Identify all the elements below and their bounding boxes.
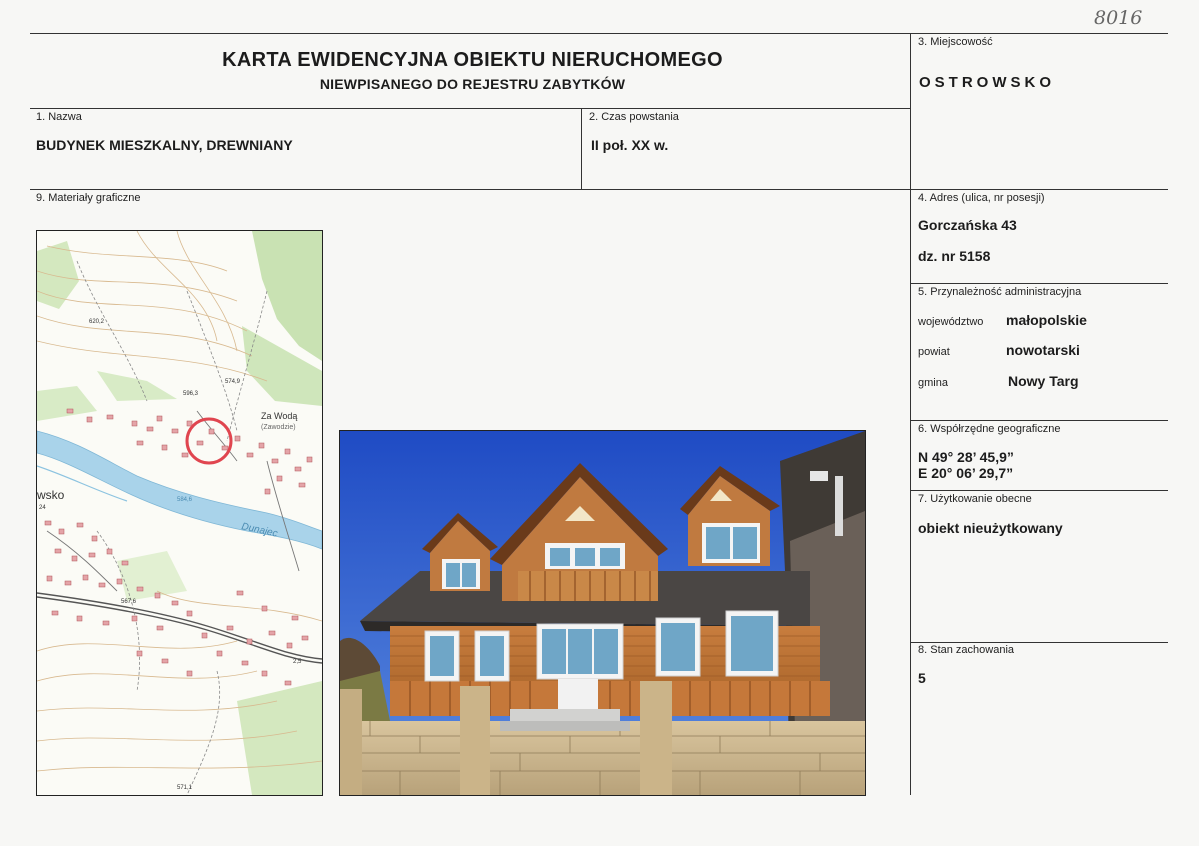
map-label-h5: 567,6 [121, 599, 137, 605]
adres-label: 4. Adres (ulica, nr posesji) [918, 192, 1045, 204]
czas-value: II poł. XX w. [591, 137, 669, 153]
adres-street: Gorczańska 43 [918, 217, 1017, 233]
wspolrzedne-label: 6. Współrzędne geograficzne [918, 423, 1061, 435]
wojewodztwo-value: małopolskie [1006, 312, 1087, 328]
card-subtitle: NIEWPISANEGO DO REJESTRU ZABYTKÓW [319, 76, 626, 92]
map-label-place2: (Zawodzie) [261, 424, 296, 431]
czas-label: 2. Czas powstania [589, 111, 679, 123]
miejscowosc-label: 3. Miejscowość [918, 36, 993, 48]
powiat-value: nowotarski [1006, 342, 1080, 358]
adres-divider [910, 283, 1168, 284]
map-label-h6: 571,1 [177, 785, 193, 791]
przynaleznosc-label: 5. Przynależność administracyjna [918, 286, 1082, 298]
uzytkowanie-value: obiekt nieużytkowany [918, 520, 1063, 536]
nazwa-value: BUDYNEK MIESZKALNY, DREWNIANY [36, 137, 293, 153]
gmina-value: Nowy Targ [1008, 373, 1079, 389]
powiat-key: powiat [918, 346, 950, 358]
card-title: KARTA EWIDENCYJNA OBIEKTU NIERUCHOMEGO [222, 49, 723, 71]
topographic-map: Za Wodą (Zawodzie) Dunajec wsko 620,2 59… [36, 230, 323, 796]
gmina-key: gmina [918, 377, 948, 389]
map-label-h8: 24 [39, 505, 46, 511]
map-label-place1: Za Wodą [261, 411, 297, 421]
adres-plot: dz. nr 5158 [918, 248, 991, 264]
map-label-h3: 574,9 [225, 379, 241, 385]
wspolrzedne-divider [910, 490, 1168, 491]
map-label-h4: 584,6 [177, 497, 193, 503]
wojewodztwo-key: województwo [918, 316, 984, 328]
przynaleznosc-divider [910, 420, 1168, 421]
stan-value: 5 [918, 670, 926, 686]
uzytkowanie-label: 7. Użytkowanie obecne [918, 493, 1032, 505]
map-label-village: wsko [37, 488, 65, 502]
map-label-h2: 596,3 [183, 391, 199, 397]
map-label-h1: 620,2 [89, 319, 105, 325]
stan-label: 8. Stan zachowania [918, 644, 1015, 656]
name-czas-divider [581, 108, 582, 190]
building-photo [339, 430, 866, 796]
top-border [30, 33, 1168, 34]
latitude-value: N 49° 28’ 45,9” [918, 449, 1014, 465]
longitude-value: E 20° 06’ 29,7” [918, 465, 1014, 481]
materialy-label: 9. Materiały graficzne [36, 192, 141, 204]
map-label-h7: 2,5 [293, 659, 302, 665]
miejscowosc-value: OSTROWSKO [919, 74, 1055, 91]
header-divider [30, 108, 910, 109]
uzytkowanie-divider [910, 642, 1168, 643]
name-row-divider [30, 189, 1168, 190]
right-column-divider [910, 33, 911, 795]
handwritten-number: 8016 [1094, 7, 1143, 29]
nazwa-label: 1. Nazwa [36, 111, 82, 123]
